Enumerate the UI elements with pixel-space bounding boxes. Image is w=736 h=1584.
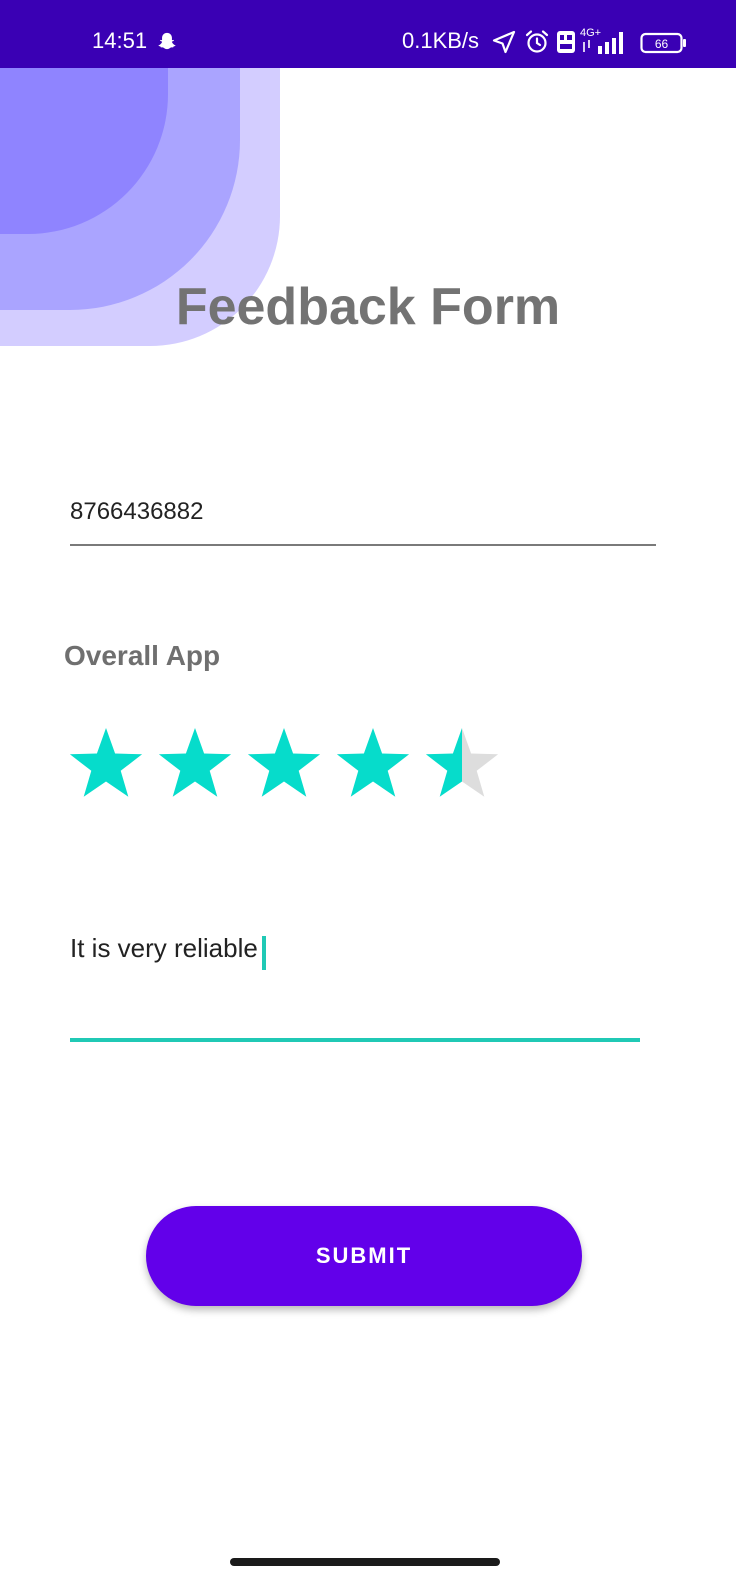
rating-label: Overall App bbox=[64, 640, 221, 671]
signal-icon: 4G+ bbox=[580, 27, 623, 54]
rating-star-1[interactable] bbox=[69, 728, 143, 797]
status-bar: 14:51 0.1KB/s 4G+ 66 bbox=[0, 0, 736, 68]
navigation-icon bbox=[492, 30, 516, 54]
svg-text:4G+: 4G+ bbox=[580, 27, 601, 39]
home-indicator[interactable] bbox=[230, 1558, 500, 1566]
comment-value: It is very reliable bbox=[70, 933, 258, 963]
battery-icon: 66 bbox=[640, 32, 686, 54]
rating-star-3[interactable] bbox=[247, 728, 321, 797]
alarm-icon bbox=[525, 30, 549, 53]
page-title-text: Feedback Form bbox=[175, 278, 561, 336]
rating-star-2[interactable] bbox=[158, 728, 232, 797]
network-speed: 0.1KB/s bbox=[402, 28, 480, 53]
volte-icon bbox=[557, 31, 575, 53]
submit-button[interactable]: SUBMIT bbox=[146, 1206, 582, 1306]
phone-number-field[interactable]: 8766436882 bbox=[70, 494, 656, 546]
phone-number-value: 8766436882 bbox=[70, 498, 204, 525]
star-rating-bar[interactable] bbox=[68, 722, 508, 806]
rating-star-4[interactable] bbox=[336, 728, 410, 797]
rating-star-5[interactable] bbox=[425, 728, 499, 797]
snapchat-icon bbox=[158, 32, 176, 50]
comment-field[interactable]: It is very reliable bbox=[70, 926, 640, 1042]
text-cursor bbox=[261, 935, 266, 970]
page-title: Feedback Form bbox=[0, 276, 736, 338]
svg-text:66: 66 bbox=[655, 37, 669, 51]
feedback-screen: 14:51 0.1KB/s 4G+ 66 Feedback Form 87664… bbox=[0, 0, 736, 1584]
status-time: 14:51 bbox=[92, 28, 148, 53]
